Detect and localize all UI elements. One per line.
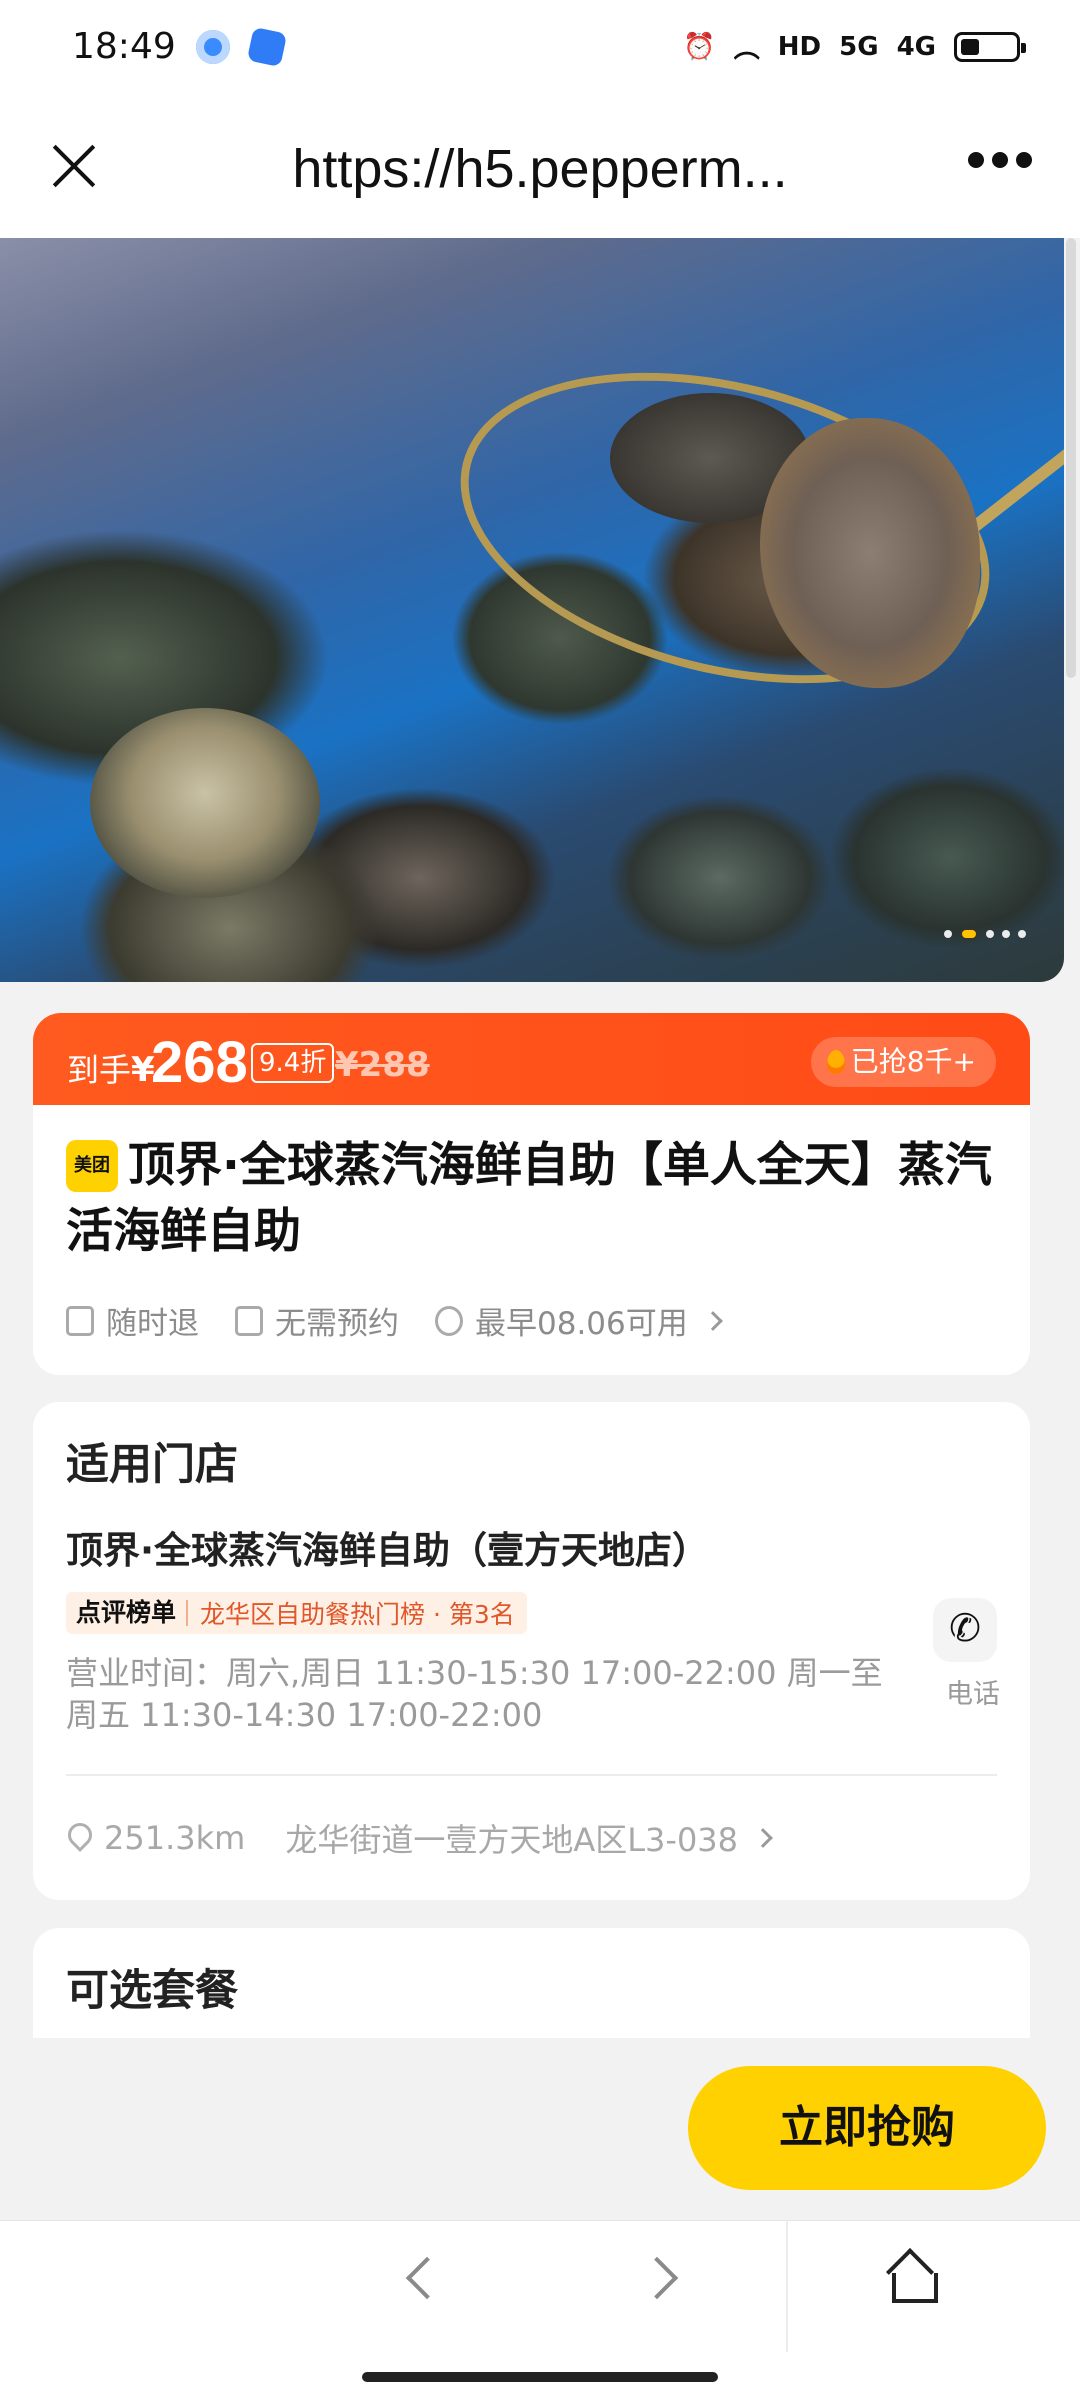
notes-icon [246, 26, 288, 68]
gesture-bar [0, 2352, 1080, 2400]
battery-icon [954, 31, 1026, 62]
close-icon[interactable] [46, 138, 102, 194]
forward-icon[interactable] [635, 2256, 679, 2300]
status-bar: 18:49 ⏰ ︵ HD 5G 4G [0, 0, 1080, 100]
deal-title: 顶界·全球蒸汽海鲜自助【单人全天】蒸汽活海鲜自助 [66, 1138, 992, 1259]
home-gesture-handle[interactable] [362, 2372, 718, 2382]
store-card: 适用门店 顶界·全球蒸汽海鲜自助（壹方天地店） 点评榜单 龙华区自助餐热门榜 ·… [33, 1402, 1030, 1900]
phone-icon[interactable] [933, 1598, 997, 1662]
address-row[interactable]: 251.3km 龙华街道一壹方天地A区L3-038 [66, 1815, 773, 1861]
carousel-dot-active [960, 928, 978, 940]
status-indicators: ⏰ ︵ HD 5G 4G [683, 28, 1026, 65]
carousel-dot [944, 930, 952, 938]
home-icon[interactable] [886, 2251, 938, 2303]
price-prefix: 到手¥ [67, 1050, 155, 1090]
meituan-logo: 美团 [66, 1140, 118, 1192]
check-circle-icon [435, 1305, 463, 1336]
packages-section-title: 可选套餐 [66, 1966, 238, 2016]
deal-card: 顶界·全球蒸汽海鲜自助【单人全天】蒸汽活海鲜自助 美团 随时退 无需预约 最早0… [33, 1105, 1030, 1375]
back-icon[interactable] [405, 2256, 449, 2300]
tag-no-reservation: 无需预约 [235, 1298, 399, 1343]
packages-card: 可选套餐 [33, 1928, 1030, 2038]
alarm-icon: ⏰ [683, 31, 716, 62]
phone-label[interactable]: 电话 [946, 1672, 1000, 1711]
location-pin-icon [66, 1823, 92, 1853]
sold-count-badge: 已抢8千+ [810, 1037, 996, 1087]
browser-nav-bar [0, 2220, 1080, 2353]
wifi-icon: ︵ [733, 34, 760, 64]
tag-refund: 随时退 [66, 1298, 199, 1343]
fire-icon [826, 1050, 845, 1074]
carousel-dot [986, 930, 994, 938]
price-banner: 到手¥ 268 9.4折 ¥288 已抢8千+ [33, 1013, 1030, 1113]
tag-earliest-date[interactable]: 最早08.06可用 [435, 1298, 723, 1343]
browser-icon [196, 30, 230, 64]
sold-count: 已抢8千+ [850, 1045, 976, 1078]
address: 龙华街道一壹方天地A区L3-038 [285, 1821, 739, 1859]
distance: 251.3km [104, 1819, 246, 1857]
original-price: ¥288 [335, 1045, 430, 1085]
4g-signal-icon: 4G [896, 31, 936, 62]
status-time: 18:49 [72, 26, 176, 67]
rank-text: 龙华区自助餐热门榜 · 第3名 [200, 1600, 515, 1629]
divider [66, 1774, 997, 1776]
discount-badge: 9.4折 [251, 1043, 335, 1083]
business-hours: 营业时间：周六,周日 11:30-15:30 17:00-22:00 周一至周五… [66, 1654, 883, 1734]
store-name[interactable]: 顶界·全球蒸汽海鲜自助（壹方天地店） [66, 1520, 709, 1574]
hero-image[interactable] [0, 238, 1064, 982]
divider [786, 2221, 788, 2353]
carousel-dot [1018, 930, 1026, 938]
deal-tags[interactable]: 随时退 无需预约 最早08.06可用 [66, 1298, 723, 1343]
more-icon[interactable] [968, 152, 1032, 168]
hd-indicator: HD [777, 31, 822, 62]
chevron-right-icon [702, 1310, 723, 1331]
rank-badge[interactable]: 点评榜单 龙华区自助餐热门榜 · 第3名 [66, 1592, 527, 1634]
carousel-dot [1002, 930, 1010, 938]
store-section-title: 适用门店 [66, 1440, 238, 1490]
refund-icon [66, 1305, 94, 1336]
rank-brand: 点评榜单 [66, 1600, 189, 1626]
status-app-icons [196, 26, 288, 68]
carousel-dots[interactable] [944, 928, 1026, 940]
buy-area: 立即抢购 [0, 2038, 1080, 2220]
5g-signal-icon: 5G [839, 31, 879, 62]
chevron-right-icon [753, 1828, 773, 1848]
browser-top-bar: https://h5.pepperm... [0, 100, 1080, 238]
buy-now-button[interactable]: 立即抢购 [688, 2066, 1046, 2190]
price-value: 268 [151, 1030, 248, 1095]
calendar-check-icon [235, 1305, 263, 1336]
page-scrollbar[interactable] [1066, 238, 1076, 678]
hero-shell-left [90, 708, 320, 898]
url-title: https://h5.pepperm... [292, 139, 788, 199]
